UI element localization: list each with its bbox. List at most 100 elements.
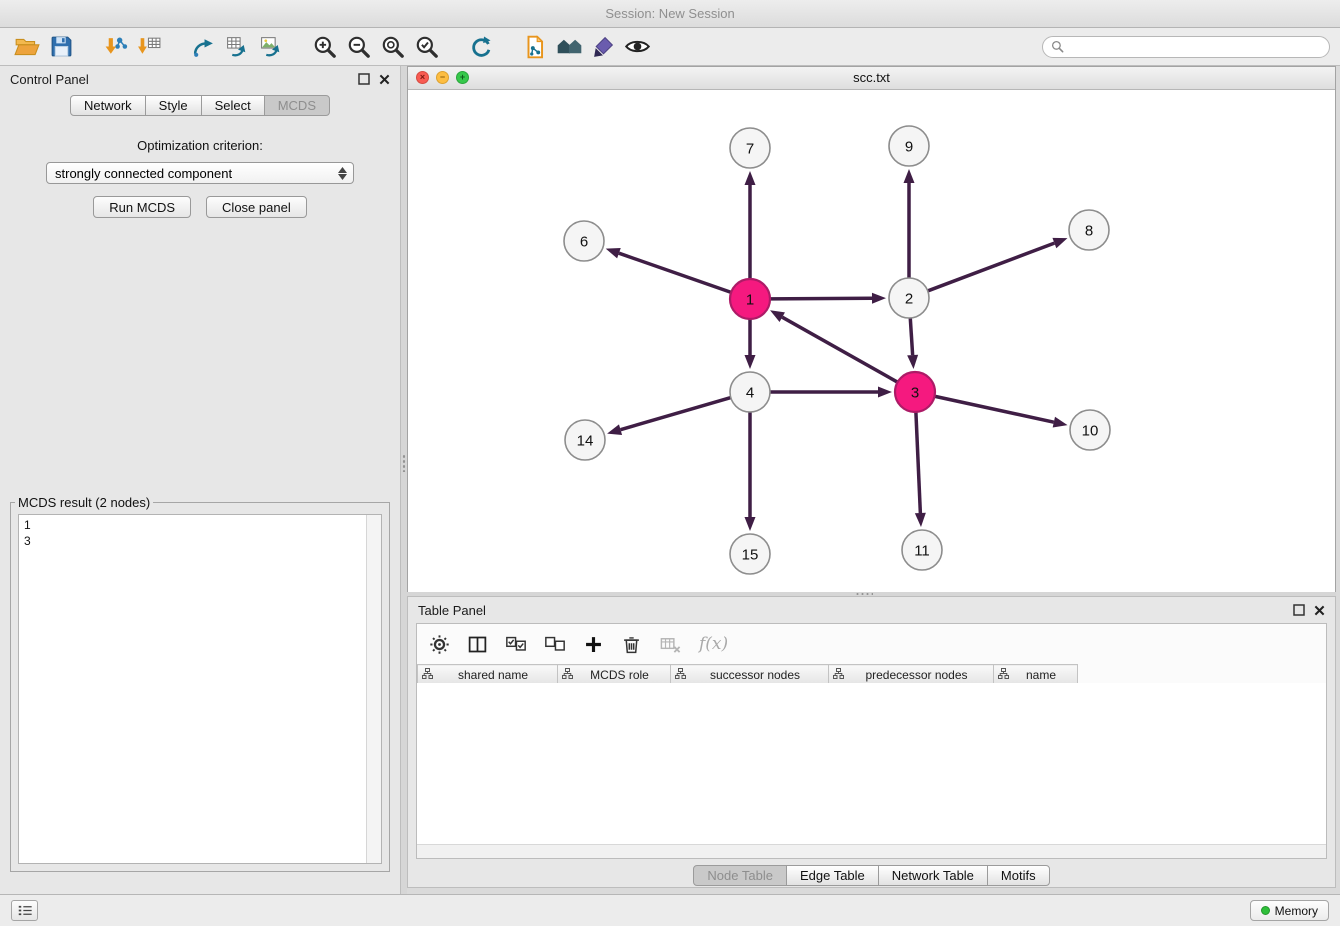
create-column-plus-icon[interactable] <box>583 634 604 655</box>
memory-button[interactable]: Memory <box>1250 900 1329 921</box>
zoom-selected-icon <box>414 34 440 60</box>
node-6[interactable]: 6 <box>564 221 604 261</box>
edge-arrowhead <box>607 424 622 435</box>
edge-3-1[interactable] <box>782 317 897 382</box>
close-panel-button[interactable]: Close panel <box>206 196 307 218</box>
tab-mcds[interactable]: MCDS <box>264 95 330 116</box>
network-window-titlebar[interactable]: × − + scc.txt <box>408 67 1335 90</box>
export-table-icon <box>225 34 250 59</box>
zoom-out-button[interactable] <box>342 32 376 62</box>
node-3[interactable]: 3 <box>895 372 935 412</box>
mcds-result-list[interactable]: 13 <box>19 515 366 863</box>
node-11[interactable]: 11 <box>902 530 942 570</box>
node-2[interactable]: 2 <box>889 278 929 318</box>
panel-selector-button[interactable] <box>11 900 38 921</box>
table-tab-motifs[interactable]: Motifs <box>987 865 1050 886</box>
edge-1-6[interactable] <box>619 253 731 292</box>
table-tab-network-table[interactable]: Network Table <box>878 865 988 886</box>
control-panel-tabs: NetworkStyleSelectMCDS <box>0 95 400 116</box>
close-window-button[interactable]: × <box>416 71 429 84</box>
float-table-panel-button[interactable] <box>1293 604 1305 616</box>
search-field[interactable] <box>1042 36 1330 58</box>
apply-style-button[interactable] <box>586 32 620 62</box>
optimization-dropdown[interactable]: strongly connected component <box>46 162 354 184</box>
import-network-from-file-button[interactable] <box>98 32 132 62</box>
zoom-in-button[interactable] <box>308 32 342 62</box>
edge-4-14[interactable] <box>621 398 731 430</box>
run-mcds-button[interactable]: Run MCDS <box>93 196 191 218</box>
node-1[interactable]: 1 <box>730 279 770 319</box>
result-scrollbar[interactable] <box>366 515 381 863</box>
select-all-rows-icon[interactable] <box>505 633 527 655</box>
apply-style-icon <box>591 34 616 59</box>
node-4[interactable]: 4 <box>730 372 770 412</box>
deselect-all-rows-icon[interactable] <box>544 633 566 655</box>
table-header-row: shared nameMCDS rolesuccessor nodesprede… <box>418 665 1327 685</box>
table-tab-node-table[interactable]: Node Table <box>693 865 787 886</box>
zoom-fit-icon <box>380 34 406 60</box>
search-input[interactable] <box>1069 38 1321 55</box>
table-settings-gear-icon[interactable] <box>429 634 450 655</box>
node-8[interactable]: 8 <box>1069 210 1109 250</box>
node-15[interactable]: 15 <box>730 534 770 574</box>
column-header-shared-name[interactable]: shared name <box>418 665 558 685</box>
edge-arrowhead <box>878 387 892 398</box>
node-label: 7 <box>746 140 754 157</box>
table-tab-edge-table[interactable]: Edge Table <box>786 865 879 886</box>
node-10[interactable]: 10 <box>1070 410 1110 450</box>
delete-column-trash-icon[interactable] <box>621 634 642 655</box>
edge-2-8[interactable] <box>928 243 1055 291</box>
import-table-from-file-button[interactable] <box>132 32 166 62</box>
status-bar: Memory <box>0 894 1340 926</box>
tab-network[interactable]: Network <box>70 95 146 116</box>
edge-3-11[interactable] <box>916 412 920 513</box>
column-type-icon <box>422 668 433 682</box>
node-label: 4 <box>746 384 754 401</box>
table-horizontal-scrollbar[interactable] <box>417 844 1326 858</box>
edge-2-3[interactable] <box>910 318 912 355</box>
network-canvas[interactable]: 7 9 6 8 1 2 4 3 14 10 15 11 <box>408 90 1335 592</box>
tab-style[interactable]: Style <box>145 95 202 116</box>
float-panel-button[interactable] <box>358 73 370 85</box>
column-header-name[interactable]: name <box>994 665 1078 685</box>
column-type-icon <box>675 668 686 682</box>
open-file-icon <box>14 34 40 60</box>
control-panel-header: Control Panel <box>0 66 400 92</box>
node-label: 2 <box>905 290 913 307</box>
show-columns-icon[interactable] <box>467 634 488 655</box>
open-file-button[interactable] <box>10 32 44 62</box>
refresh-view-icon <box>468 34 494 60</box>
close-panel-icon-button[interactable] <box>379 74 390 85</box>
node-14[interactable]: 14 <box>565 420 605 460</box>
table-toolbar: f(x) <box>417 624 1326 664</box>
column-header-successor-nodes[interactable]: successor nodes <box>671 665 829 685</box>
zoom-selected-button[interactable] <box>410 32 444 62</box>
node-label: 6 <box>580 233 588 250</box>
column-type-icon <box>562 668 573 682</box>
maximize-window-button[interactable]: + <box>456 71 469 84</box>
table-container: f(x) shared nameMCDS rolesuccessor nodes… <box>416 623 1327 859</box>
export-image-button[interactable] <box>254 32 288 62</box>
network-document-button[interactable] <box>518 32 552 62</box>
edge-3-10[interactable] <box>935 396 1054 422</box>
delete-table-icon-disabled <box>659 633 682 656</box>
show-hide-graphics-button[interactable] <box>620 32 654 62</box>
node-9[interactable]: 9 <box>889 126 929 166</box>
export-image-icon <box>259 34 284 59</box>
export-table-button[interactable] <box>220 32 254 62</box>
tab-select[interactable]: Select <box>201 95 265 116</box>
search-icon <box>1051 40 1064 53</box>
close-table-panel-button[interactable] <box>1314 605 1325 616</box>
column-header-mcds-role[interactable]: MCDS role <box>558 665 671 685</box>
save-session-button[interactable] <box>44 32 78 62</box>
refresh-view-button[interactable] <box>464 32 498 62</box>
first-neighbors-button[interactable] <box>552 32 586 62</box>
edge-1-2[interactable] <box>770 298 872 299</box>
memory-label: Memory <box>1275 904 1318 918</box>
node-7[interactable]: 7 <box>730 128 770 168</box>
zoom-fit-button[interactable] <box>376 32 410 62</box>
column-header-predecessor-nodes[interactable]: predecessor nodes <box>829 665 994 685</box>
import-network-button[interactable] <box>186 32 220 62</box>
control-panel-title: Control Panel <box>10 72 89 87</box>
minimize-window-button[interactable]: − <box>436 71 449 84</box>
